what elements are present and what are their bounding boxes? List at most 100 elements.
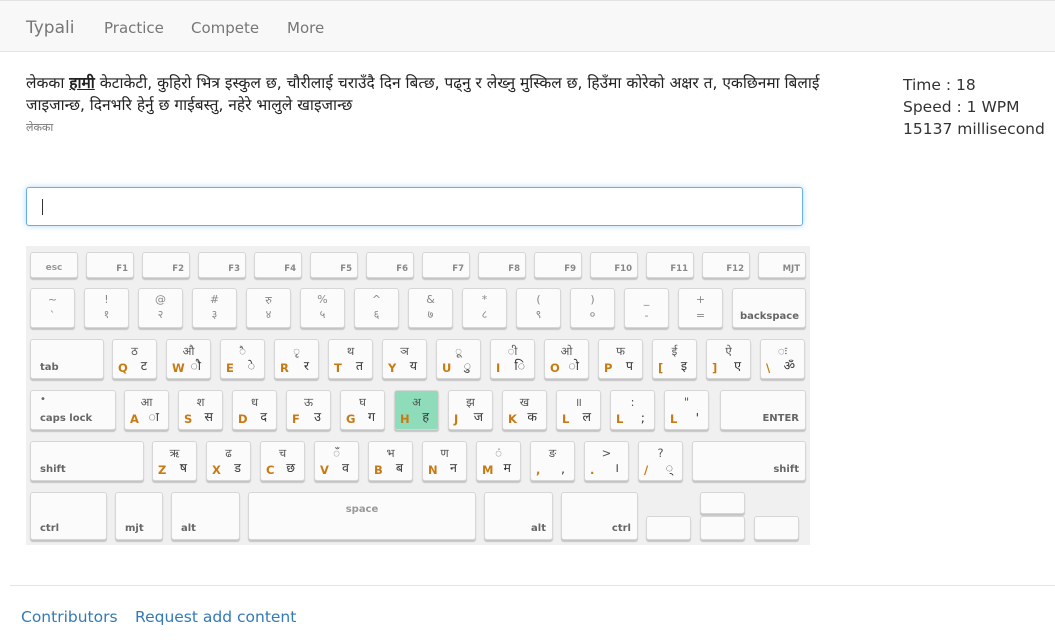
key-letter[interactable]: आ Aा — [124, 390, 169, 430]
key-f7[interactable]: F7 — [422, 252, 470, 278]
key-letter[interactable]: ढXड — [206, 441, 251, 481]
key-number[interactable]: ) ० — [570, 288, 615, 328]
key-letter[interactable]: ई [इ — [652, 339, 697, 379]
key-f4[interactable]: F4 — [254, 252, 302, 278]
key-letter[interactable]: औ Wौ — [166, 339, 211, 379]
key-number[interactable]: @२ — [138, 288, 183, 328]
key-shift-left[interactable]: shift — [30, 441, 144, 481]
key-mjt[interactable]: mjt — [115, 492, 163, 540]
key-letter[interactable]: ? /् — [638, 441, 683, 481]
key-nepali-char: ह — [422, 409, 429, 424]
key-label: MJT — [782, 264, 800, 274]
key-enter[interactable]: ENTER — [720, 390, 806, 430]
key-letter[interactable]: " L ' — [664, 390, 709, 430]
key-letter[interactable]: : L; — [610, 390, 655, 430]
key-number[interactable]: ~ ` — [30, 288, 75, 328]
key-letter[interactable]: अHह — [394, 390, 439, 430]
key-letter[interactable]: ऊFउ — [286, 390, 331, 430]
key-qwerty-letter: B — [374, 463, 383, 477]
key-letter[interactable]: ठQट — [112, 339, 157, 379]
key-number[interactable]: _ - — [624, 288, 669, 328]
key-letter[interactable]: ङ,, — [530, 441, 575, 481]
key-f3[interactable]: F3 — [198, 252, 246, 278]
key-shift-char: अ — [412, 395, 421, 409]
key-number[interactable]: * ८ — [462, 288, 507, 328]
key-letter[interactable]: घGग — [340, 390, 385, 430]
key-arrow-down[interactable] — [700, 516, 745, 540]
key-label: shift — [773, 464, 799, 475]
key-shift-char: झ — [466, 395, 475, 409]
key-f9[interactable]: F9 — [534, 252, 582, 278]
key-letter[interactable]: झJज — [448, 390, 493, 430]
key-f6[interactable]: F6 — [366, 252, 414, 278]
key-f1[interactable]: F1 — [86, 252, 134, 278]
key-arrow-left[interactable] — [646, 516, 691, 540]
key-backspace[interactable]: backspace — [732, 288, 806, 328]
key-letter[interactable]: णNन — [422, 441, 467, 481]
key-qwerty-letter: A — [130, 412, 139, 426]
key-qwerty-letter: S — [184, 412, 193, 426]
key-mjt[interactable]: MJT — [758, 252, 806, 278]
key-number[interactable]: % ५ — [300, 288, 345, 328]
key-shift-right[interactable]: shift — [692, 441, 806, 481]
key-letter[interactable]: ऐ] ए — [706, 339, 751, 379]
contributors-link[interactable]: Contributors — [21, 608, 118, 626]
key-space[interactable]: space — [248, 492, 476, 540]
key-letter[interactable]: ॥ L ल — [556, 390, 601, 430]
key-letter[interactable]: ी Iि — [490, 339, 535, 379]
nav-compete[interactable]: Compete — [191, 19, 259, 37]
request-content-link[interactable]: Request add content — [135, 608, 296, 626]
key-letter[interactable]: ै Eे — [220, 339, 265, 379]
nav-more[interactable]: More — [287, 19, 324, 37]
key-base-char: ६ — [373, 308, 380, 321]
key-arrow-up[interactable] — [700, 492, 745, 514]
key-tab[interactable]: tab — [30, 339, 104, 379]
key-letter[interactable]: ः \ ॐ — [760, 339, 805, 379]
key-letter[interactable]: ञYय — [382, 339, 427, 379]
key-shift-char: ै — [239, 344, 246, 358]
key-letter[interactable]: ऋZष — [152, 441, 197, 481]
typing-input[interactable] — [26, 187, 803, 226]
key-alt-left[interactable]: alt — [171, 492, 240, 540]
key-letter[interactable]: थTत — [328, 339, 373, 379]
key-letter[interactable]: भBब — [368, 441, 413, 481]
key-arrow-right[interactable] — [754, 516, 799, 540]
key-letter[interactable]: ं M म — [476, 441, 521, 481]
key-letter[interactable]: ू Uु — [436, 339, 481, 379]
key-number[interactable]: ^ ६ — [354, 288, 399, 328]
key-letter[interactable]: खKक — [502, 390, 547, 430]
key-label: F9 — [564, 264, 576, 274]
key-f11[interactable]: F11 — [646, 252, 694, 278]
key-letter[interactable]: चCछ — [260, 441, 305, 481]
key-esc[interactable]: esc — [30, 252, 78, 278]
key-number[interactable]: & ७ — [408, 288, 453, 328]
brand-logo[interactable]: Typali — [26, 18, 74, 38]
key-ctrl-left[interactable]: ctrl — [30, 492, 107, 540]
key-letter[interactable]: धDद — [232, 390, 277, 430]
key-letter[interactable]: ओ Oो — [544, 339, 589, 379]
key-f2[interactable]: F2 — [142, 252, 190, 278]
key-number[interactable]: + = — [678, 288, 723, 328]
key-letter[interactable]: >. । — [584, 441, 629, 481]
key-number[interactable]: रु ४ — [246, 288, 291, 328]
key-letter[interactable]: ँ V व — [314, 441, 359, 481]
key-shift-char: ठ — [131, 344, 138, 358]
key-f8[interactable]: F8 — [478, 252, 526, 278]
key-letter[interactable]: ृ R र — [274, 339, 319, 379]
key-number[interactable]: #३ — [192, 288, 237, 328]
key-alt-right[interactable]: alt — [484, 492, 553, 540]
key-f10[interactable]: F10 — [590, 252, 638, 278]
key-letter[interactable]: फPप — [598, 339, 643, 379]
key-ctrl-right[interactable]: ctrl — [561, 492, 638, 540]
key-letter[interactable]: शSस — [178, 390, 223, 430]
key-number[interactable]: (९ — [516, 288, 561, 328]
passage-rest: केटाकेटी, कुहिरो भित्र इस्कुल छ, चौरीलाई… — [26, 74, 820, 114]
nav-practice[interactable]: Practice — [104, 19, 164, 37]
key-f12[interactable]: F12 — [702, 252, 750, 278]
key-f5[interactable]: F5 — [310, 252, 358, 278]
key-number[interactable]: ! १ — [84, 288, 129, 328]
key-nepali-char: छ — [286, 460, 295, 475]
key-caps-lock[interactable]: • caps lock — [30, 390, 116, 430]
key-label: F1 — [116, 264, 128, 274]
key-qwerty-letter: L — [562, 412, 570, 426]
